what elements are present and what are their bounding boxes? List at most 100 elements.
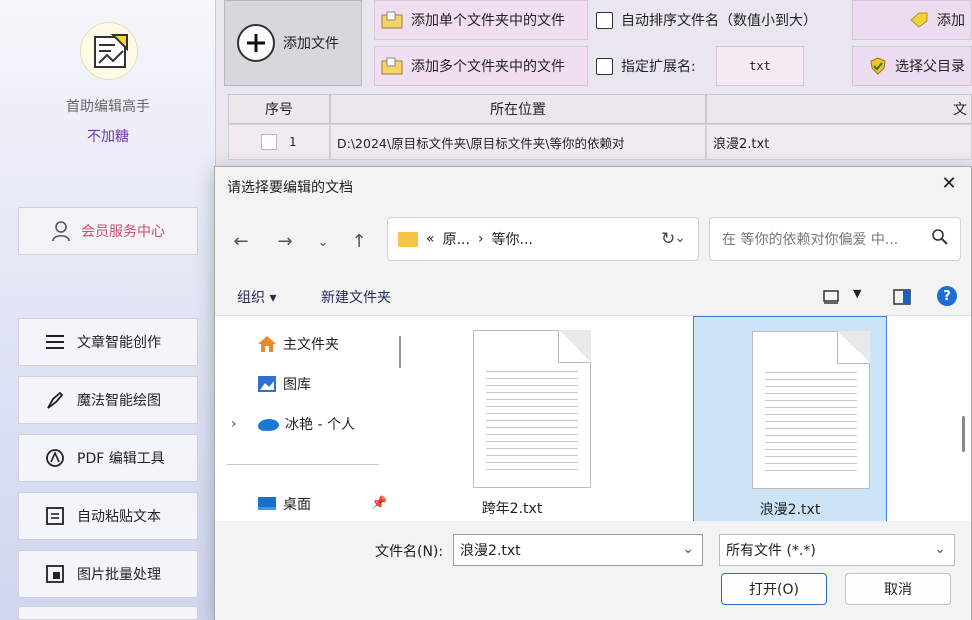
file-name: 跨年2.txt: [481, 501, 543, 517]
tree-item-label: 主文件夹: [283, 337, 339, 353]
chevron-down-icon[interactable]: ⌄: [309, 235, 337, 250]
sidebar-item-more[interactable]: [18, 606, 198, 620]
extension-input[interactable]: txt: [716, 46, 804, 86]
gallery-icon: [258, 376, 276, 392]
column-header-file[interactable]: 文: [706, 94, 972, 124]
breadcrumb-separator: ›: [477, 231, 484, 247]
tree-item-desktop[interactable]: 桌面: [257, 494, 311, 514]
breadcrumb-overflow[interactable]: «: [426, 231, 435, 247]
sidebar-item-drawing[interactable]: 魔法智能绘图: [18, 376, 198, 424]
select-parent-button[interactable]: 选择父目录: [852, 46, 972, 86]
dialog-title: 请选择要编辑的文档: [227, 180, 353, 196]
desktop-icon: [258, 497, 276, 510]
add-multi-folder-button[interactable]: 添加多个文件夹中的文件: [374, 46, 588, 86]
add-single-folder-button[interactable]: 添加单个文件夹中的文件: [374, 0, 588, 40]
organize-menu[interactable]: 组织 ▾: [237, 287, 276, 307]
table-header: 序号 所在位置 文: [228, 94, 972, 124]
preview-pane-icon[interactable]: [893, 289, 911, 305]
vertical-scrollbar[interactable]: [962, 416, 965, 452]
specify-ext-label: 指定扩展名:: [621, 59, 696, 75]
cell-file: 浪漫2.txt: [706, 124, 972, 160]
open-button[interactable]: 打开(O): [721, 573, 827, 605]
help-icon[interactable]: ?: [937, 286, 957, 306]
view-layout-icon[interactable]: [823, 289, 841, 305]
column-header-index[interactable]: 序号: [228, 94, 330, 124]
sidebar-item-label: 文章智能创作: [77, 335, 161, 351]
chevron-down-icon[interactable]: ⌄: [674, 230, 686, 246]
chevron-down-icon[interactable]: ⌄: [934, 541, 946, 557]
open-file-dialog: 请选择要编辑的文档 ✕ ← → ⌄ ↑ « 原... › 等你... ⌄ ↻ 在…: [214, 166, 972, 620]
file-tile[interactable]: 跨年2.txt: [415, 316, 609, 522]
back-arrow-icon[interactable]: ←: [227, 231, 255, 252]
forward-arrow-icon[interactable]: →: [271, 231, 299, 252]
row-checkbox[interactable]: [261, 134, 277, 150]
cancel-button[interactable]: 取消: [845, 573, 951, 605]
add-button[interactable]: 添加: [852, 0, 972, 40]
sidebar-item-article[interactable]: 文章智能创作: [18, 318, 198, 366]
address-bar[interactable]: « 原... › 等你... ⌄: [387, 217, 699, 261]
filename-value: 浪漫2.txt: [460, 543, 521, 559]
add-multi-folder-label: 添加多个文件夹中的文件: [411, 59, 565, 75]
auto-sort-checkbox[interactable]: 自动排序文件名（数值小到大）: [596, 0, 817, 40]
chevron-down-icon[interactable]: ⌄: [682, 541, 694, 557]
image-icon: [45, 564, 65, 584]
add-single-folder-label: 添加单个文件夹中的文件: [411, 13, 565, 29]
tree-item-home[interactable]: 主文件夹: [257, 334, 339, 354]
search-placeholder: 在 等你的依赖对你偏爱 中...: [722, 232, 899, 248]
sidebar-item-paste[interactable]: 自动粘贴文本: [18, 492, 198, 540]
text-file-icon: [752, 331, 870, 489]
tree-item-label: 桌面: [283, 497, 311, 513]
table-row[interactable]: 1 D:\2024\原目标文件夹\原目标文件夹\等你的依赖对 浪漫2.txt: [228, 124, 972, 160]
pdf-icon: [45, 448, 65, 468]
file-name: 浪漫2.txt: [759, 502, 821, 518]
tree-item-label: 图库: [283, 377, 311, 393]
text-file-icon: [473, 330, 591, 488]
file-tile-selected[interactable]: 浪漫2.txt: [693, 316, 887, 522]
tag-icon: [910, 12, 928, 28]
auto-sort-label: 自动排序文件名（数值小到大）: [621, 13, 817, 29]
brush-icon: [45, 390, 65, 410]
plus-icon: [237, 24, 275, 62]
pin-icon[interactable]: 📌: [371, 496, 387, 511]
file-table: 序号 所在位置 文 1 D:\2024\原目标文件夹\原目标文件夹\等你的依赖对…: [228, 94, 972, 160]
add-file-label: 添加文件: [283, 36, 339, 52]
member-center-button[interactable]: 会员服务中心: [18, 207, 198, 255]
breadcrumb-item[interactable]: 等你...: [492, 229, 533, 249]
sidebar-item-label: 自动粘贴文本: [77, 509, 161, 525]
filename-input[interactable]: 浪漫2.txt ⌄: [453, 534, 703, 566]
sidebar-item-label: PDF 编辑工具: [77, 451, 165, 467]
cell-index: 1: [228, 124, 330, 160]
add-label: 添加: [937, 13, 965, 29]
chevron-right-icon[interactable]: ›: [231, 416, 251, 432]
up-arrow-icon[interactable]: ↑: [345, 231, 373, 252]
home-icon: [258, 336, 276, 352]
specify-ext-checkbox[interactable]: 指定扩展名:: [596, 46, 696, 86]
folder-icon: [398, 231, 418, 247]
member-center-label: 会员服务中心: [81, 224, 165, 240]
sidebar: 首助编辑高手 不加糖 会员服务中心 文章智能创作 魔法智能绘图 PDF 编辑工具…: [0, 0, 216, 620]
column-header-location[interactable]: 所在位置: [330, 94, 706, 124]
sidebar-item-image[interactable]: 图片批量处理: [18, 550, 198, 598]
filename-label: 文件名(N):: [375, 544, 444, 560]
browser-panes: 主文件夹 图库 › 冰艳 - 个人 桌面 📌 跨年2.txt 浪漫2.txt: [215, 315, 971, 522]
new-folder-button[interactable]: 新建文件夹: [321, 287, 391, 307]
pane-splitter[interactable]: [399, 336, 401, 368]
close-icon[interactable]: ✕: [937, 173, 961, 197]
view-dropdown-icon[interactable]: ▼: [853, 287, 861, 300]
sidebar-item-pdf[interactable]: PDF 编辑工具: [18, 434, 198, 482]
app-subtitle: 不加糖: [87, 129, 129, 145]
filetype-value: 所有文件 (*.*): [726, 543, 816, 559]
sidebar-item-label: 图片批量处理: [77, 567, 161, 583]
tree-item-gallery[interactable]: 图库: [257, 374, 311, 394]
checkbox-box[interactable]: [596, 11, 613, 29]
tree-item-onedrive[interactable]: › 冰艳 - 个人: [231, 414, 355, 434]
app-name: 首助编辑高手: [66, 99, 150, 115]
search-input[interactable]: 在 等你的依赖对你偏爱 中...: [709, 217, 961, 261]
tree-item-label: 冰艳 - 个人: [285, 417, 355, 433]
breadcrumb-item[interactable]: 原...: [443, 229, 470, 249]
refresh-icon[interactable]: ↻: [661, 229, 675, 249]
add-file-button[interactable]: 添加文件: [224, 0, 362, 86]
row-index: 1: [289, 135, 297, 149]
filetype-select[interactable]: 所有文件 (*.*) ⌄: [719, 534, 955, 566]
checkbox-box[interactable]: [596, 57, 613, 75]
